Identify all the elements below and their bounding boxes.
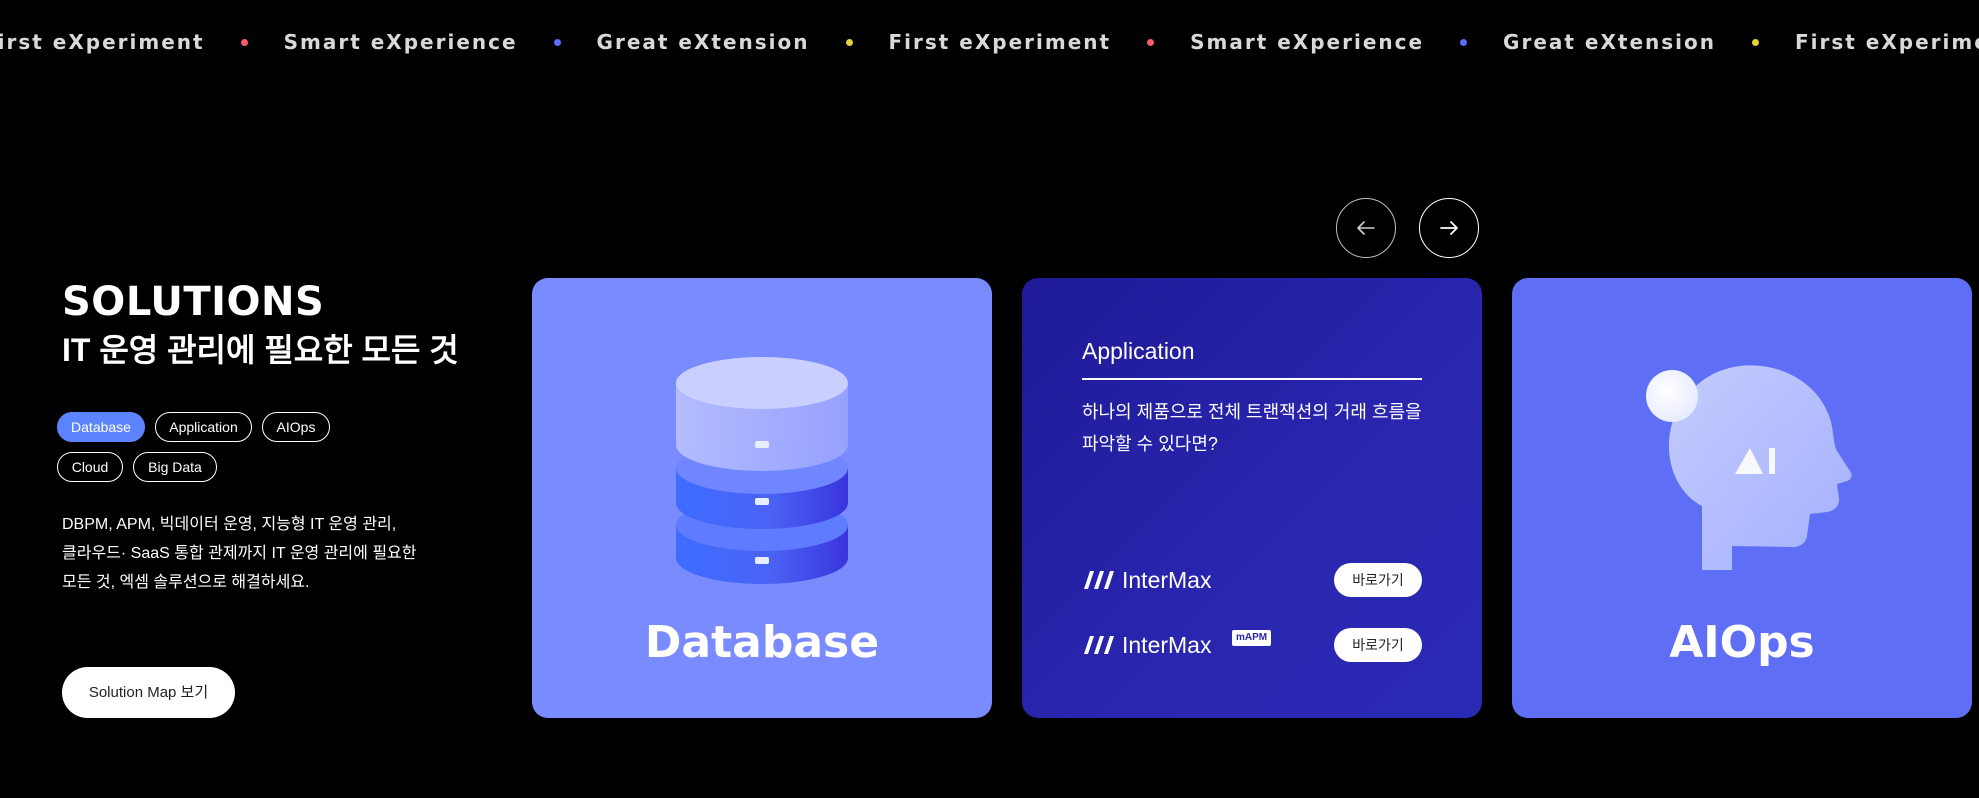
marquee-dot — [1752, 38, 1759, 46]
section-subtitle: IT 운영 관리에 필요한 모든 것 — [62, 332, 459, 368]
go-button-intermax[interactable]: 바로가기 — [1334, 563, 1422, 597]
tag-cloud[interactable]: Cloud — [57, 452, 123, 482]
tag-application[interactable]: Application — [155, 412, 252, 442]
solution-map-button[interactable]: Solution Map 보기 — [62, 667, 235, 718]
marquee-item: Great eXtension — [596, 30, 810, 54]
intermax-logo-icon — [1084, 636, 1114, 654]
marquee-dot — [1460, 38, 1468, 46]
marquee-track: First eXperiment Smart eXperience Great eX… — [0, 30, 1979, 54]
marquee-dot — [553, 38, 561, 46]
marquee-item: First eXperiment — [888, 30, 1112, 54]
marquee-banner: First eXperiment Smart eXperience Great eX… — [0, 0, 1979, 90]
arrow-right-icon — [1440, 221, 1458, 235]
carousel-prev-button[interactable] — [1336, 198, 1396, 258]
tag-big-data[interactable]: Big Data — [133, 452, 217, 482]
ai-head-icon — [1646, 365, 1852, 570]
arrow-left-icon — [1357, 221, 1375, 235]
card-text: 하나의 제품으로 전체 트랜잭션의 거래 흐름을 파악할 수 있다면? — [1082, 402, 1422, 454]
solution-card-application: Application 하나의 제품으로 전체 트랜잭션의 거래 흐름을 파악할… — [1022, 278, 1482, 718]
carousel-next-button[interactable] — [1419, 198, 1479, 258]
product-row-intermax: InterMax 바로가기 — [1082, 563, 1422, 597]
tag-database[interactable]: Database — [57, 412, 145, 442]
go-button-intermax-mapm[interactable]: 바로가기 — [1334, 628, 1422, 662]
database-icon — [676, 357, 848, 584]
section-title: SOLUTIONS — [62, 279, 325, 325]
tag-aiops[interactable]: AIOps — [262, 412, 330, 442]
card-title: Database — [644, 617, 880, 668]
marquee-item: Great eXtension — [1503, 30, 1716, 54]
solution-card-database[interactable]: Database — [532, 278, 992, 718]
marquee-item: First eXperiment — [1795, 30, 1979, 54]
product-name: InterMax — [1122, 632, 1212, 658]
divider — [1082, 378, 1422, 380]
marquee-dot — [240, 38, 248, 46]
description-line: DBPM, APM, 빅데이터 운영, 지능형 IT 운영 관리, — [62, 516, 397, 533]
product-name: InterMax — [1122, 567, 1212, 593]
marquee-item: Smart eXperience — [283, 30, 518, 54]
description-line: 클라우드· SaaS 통합 관제까지 IT 운영 관리에 필요한 — [62, 545, 417, 562]
description-line: 모든 것, 엑셈 솔루션으로 해결하세요. — [62, 574, 310, 591]
intermax-logo-icon — [1084, 571, 1114, 589]
section-description: DBPM, APM, 빅데이터 운영, 지능형 IT 운영 관리, 클라우드· … — [62, 510, 442, 597]
marquee-dot — [845, 38, 853, 46]
marquee-item: First eXperiment — [0, 30, 205, 54]
product-badge: mAPM — [1232, 630, 1272, 646]
marquee-item: Smart eXperience — [1190, 30, 1425, 54]
marquee-dot — [1147, 38, 1155, 46]
product-row-intermax-mapm: InterMax mAPM 바로가기 — [1082, 628, 1422, 662]
solution-card-aiops[interactable]: AIOps — [1512, 278, 1972, 718]
card-title: AIOps — [1669, 617, 1815, 668]
card-heading: Application — [1082, 338, 1195, 364]
